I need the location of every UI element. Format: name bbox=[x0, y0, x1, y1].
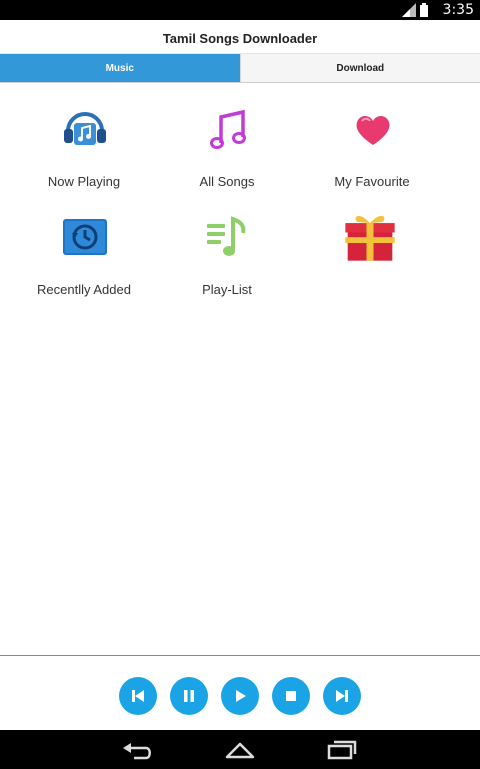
menu-item-label: Play-List bbox=[202, 282, 252, 297]
tab-music[interactable]: Music bbox=[0, 54, 240, 82]
system-nav-bar bbox=[0, 730, 480, 769]
back-icon[interactable] bbox=[120, 738, 156, 762]
headphones-music-icon bbox=[64, 112, 106, 145]
next-button[interactable] bbox=[323, 677, 361, 715]
next-icon bbox=[336, 690, 348, 702]
tab-bar: Music Download bbox=[0, 54, 480, 83]
player-controls bbox=[0, 656, 480, 730]
pause-button[interactable] bbox=[170, 677, 208, 715]
app-header: Tamil Songs Downloader bbox=[0, 20, 480, 54]
status-bar: 3:35 bbox=[0, 0, 480, 20]
signal-icon bbox=[402, 3, 416, 17]
previous-button[interactable] bbox=[119, 677, 157, 715]
heart-icon bbox=[356, 115, 390, 145]
clock: 3:35 bbox=[442, 2, 474, 18]
pause-icon bbox=[184, 690, 194, 702]
play-button[interactable] bbox=[221, 677, 259, 715]
menu-item-label: My Favourite bbox=[334, 174, 410, 189]
menu-item-label: All Songs bbox=[199, 174, 255, 189]
recent-apps-icon[interactable] bbox=[324, 738, 360, 762]
home-icon[interactable] bbox=[222, 738, 258, 762]
menu-item-label: Now Playing bbox=[47, 174, 121, 189]
history-clock-icon bbox=[63, 219, 107, 255]
stop-button[interactable] bbox=[272, 677, 310, 715]
battery-icon bbox=[420, 3, 428, 17]
music-note-icon bbox=[210, 109, 246, 149]
status-icons bbox=[402, 3, 428, 17]
gift-icon bbox=[345, 215, 395, 261]
tab-download[interactable]: Download bbox=[239, 54, 480, 82]
playlist-icon bbox=[207, 216, 246, 256]
stop-icon bbox=[286, 691, 296, 701]
previous-icon bbox=[132, 690, 144, 702]
play-icon bbox=[236, 690, 246, 702]
app-title: Tamil Songs Downloader bbox=[162, 31, 318, 46]
menu-item-label: Recentlly Added bbox=[37, 282, 131, 297]
